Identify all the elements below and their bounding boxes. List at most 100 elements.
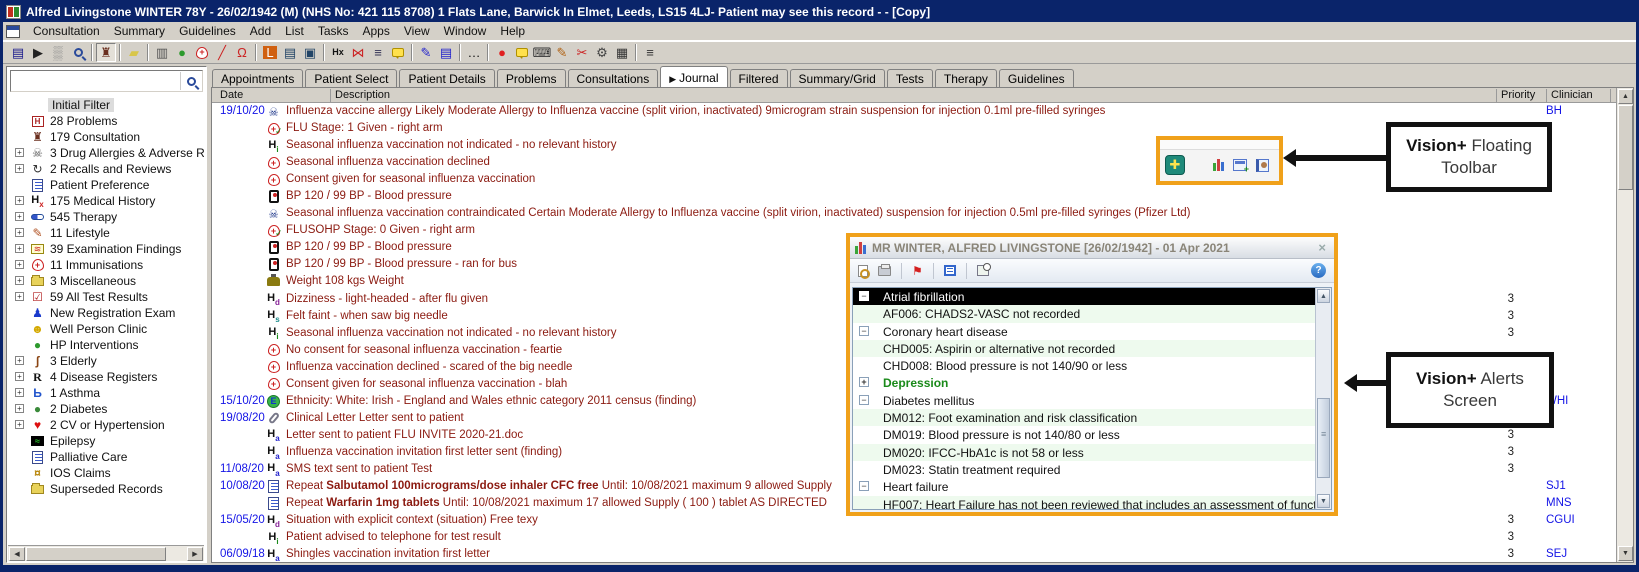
local-document-icon[interactable]: L (260, 43, 280, 62)
alerts-popup-titlebar[interactable]: MR WINTER, ALFRED LIVINGSTONE [26/02/194… (850, 237, 1334, 259)
sidebar-item-1-asthma[interactable]: +Ь1 Asthma (8, 385, 204, 401)
flag-icon[interactable]: ⚑ (912, 264, 923, 278)
document-book-icon[interactable]: ▤ (280, 43, 300, 62)
comment-bubble-icon[interactable] (388, 43, 408, 62)
sidebar-item-28-problems[interactable]: H28 Problems (8, 113, 204, 129)
expand-plus-icon[interactable]: + (15, 228, 24, 237)
alert-indicator-row[interactable]: DM012: Foot examination and risk classif… (853, 409, 1331, 426)
alert-indicator-row[interactable]: DM020: IFCC-HbA1c is not 58 or less (853, 444, 1331, 461)
scroll-up-icon[interactable]: ▲ (1317, 289, 1330, 303)
sidebar-item-39-examination-findings[interactable]: +≋39 Examination Findings (8, 241, 204, 257)
contacts-book-button[interactable] (1256, 159, 1269, 172)
expand-icon[interactable]: + (859, 377, 869, 387)
sidebar-item-hp-interventions[interactable]: ●HP Interventions (8, 337, 204, 353)
report-list-icon[interactable] (944, 265, 956, 276)
journal-row[interactable]: 06/09/18HaShingles vaccination invitatio… (212, 546, 1616, 562)
scissors-icon[interactable]: ✂ (572, 43, 592, 62)
therapy-list-icon[interactable]: ▤ (436, 43, 456, 62)
menu-item-view[interactable]: View (397, 23, 437, 39)
scroll-up-icon[interactable]: ▲ (1618, 89, 1633, 104)
scroll-down-icon[interactable]: ▼ (1317, 494, 1330, 508)
journal-row[interactable]: 19/10/20☠Influenza vaccine allergy Likel… (212, 103, 1616, 120)
scroll-down-icon[interactable]: ▼ (1618, 546, 1633, 561)
expand-plus-icon[interactable]: + (15, 372, 24, 381)
alert-indicator-row[interactable]: HF007: Heart Failure has not been review… (853, 496, 1331, 510)
tab-guidelines[interactable]: Guidelines (999, 69, 1074, 88)
alert-category-row[interactable]: +Depression (853, 374, 1331, 391)
sidebar-item-new-registration-exam[interactable]: ♟New Registration Exam (8, 305, 204, 321)
col-priority[interactable]: Priority (1496, 89, 1535, 102)
menu-item-tasks[interactable]: Tasks (311, 23, 356, 39)
select-patient-icon[interactable]: ▶ (28, 43, 48, 62)
bowtie-icon[interactable]: ⋈ (348, 43, 368, 62)
expand-plus-icon[interactable]: + (15, 276, 24, 285)
title-bar[interactable]: Alfred Livingstone WINTER 78Y - 26/02/19… (3, 2, 1636, 22)
tab-journal[interactable]: ▶Journal (660, 66, 727, 88)
more-icon[interactable]: … (464, 43, 484, 62)
print-schedule-icon[interactable]: ▦ (612, 43, 632, 62)
new-journal-icon[interactable]: ▤ (8, 43, 28, 62)
scroll-thumb[interactable] (1618, 105, 1633, 190)
tab-filtered[interactable]: Filtered (730, 69, 788, 88)
alert-indicator-row[interactable]: AF006: CHADS2-VASC not recorded (853, 305, 1331, 322)
expand-icon[interactable]: − (859, 395, 869, 405)
print-icon[interactable] (878, 266, 891, 276)
expand-plus-icon[interactable]: + (15, 356, 24, 365)
expand-plus-icon[interactable]: + (15, 148, 24, 157)
expand-plus-icon[interactable]: + (15, 404, 24, 413)
search-icon[interactable] (180, 72, 202, 90)
expand-plus-icon[interactable]: + (15, 212, 24, 221)
tab-consultations[interactable]: Consultations (568, 69, 659, 88)
screen-list-icon[interactable]: ≡ (368, 43, 388, 62)
tab-therapy[interactable]: Therapy (935, 69, 997, 88)
filter-columns-icon[interactable]: ≡ (640, 43, 660, 62)
scroll-left-icon[interactable]: ◀ (9, 547, 25, 561)
search-input[interactable] (11, 73, 180, 89)
expand-plus-icon[interactable]: + (15, 244, 24, 253)
patient-group-icon[interactable]: ▒ (48, 43, 68, 62)
alerts-chart-button[interactable] (1213, 159, 1224, 171)
sidebar-item-11-lifestyle[interactable]: +✎11 Lifestyle (8, 225, 204, 241)
menu-item-add[interactable]: Add (243, 23, 278, 39)
expand-icon[interactable]: − (859, 291, 869, 301)
col-date[interactable]: Date (216, 89, 243, 102)
tab-problems[interactable]: Problems (497, 69, 566, 88)
sidebar-item-2-recalls-and-reviews[interactable]: +↻2 Recalls and Reviews (8, 161, 204, 177)
sidebar-item-59-all-test-results[interactable]: +☑59 All Test Results (8, 289, 204, 305)
scroll-right-icon[interactable]: ▶ (187, 547, 203, 561)
scroll-thumb[interactable] (1317, 398, 1330, 478)
alerts-vscrollbar[interactable]: ▲ ▼ (1315, 288, 1331, 509)
sidebar-item-patient-preference[interactable]: Patient Preference (8, 177, 204, 193)
menu-item-list[interactable]: List (278, 23, 311, 39)
lifestyle-apple-icon[interactable]: ● (172, 43, 192, 62)
alert-category-row[interactable]: −Coronary heart disease (853, 323, 1331, 340)
expand-plus-icon[interactable]: + (15, 292, 24, 301)
journal-row[interactable]: HiPatient advised to telephone for test … (212, 529, 1616, 546)
menu-item-window[interactable]: Window (437, 23, 494, 39)
add-codeset-button[interactable]: ✚ (1165, 155, 1185, 175)
expand-plus-icon[interactable]: + (15, 164, 24, 173)
medical-history-icon[interactable]: Hx (328, 43, 348, 62)
alert-indicator-row[interactable]: DM019: Blood pressure is not 140/80 or l… (853, 426, 1331, 443)
alert-indicator-row[interactable]: DM023: Statin treatment required (853, 461, 1331, 478)
sidebar-item-palliative-care[interactable]: Palliative Care (8, 449, 204, 465)
tab-tests[interactable]: Tests (887, 69, 933, 88)
settings-form-icon[interactable] (977, 265, 989, 276)
consultation-chair-icon[interactable]: ♜ (96, 43, 116, 62)
find-patient-icon[interactable] (68, 43, 88, 62)
close-icon[interactable]: × (1315, 240, 1329, 255)
child-window-icon[interactable] (6, 25, 20, 38)
journal-vscrollbar[interactable]: ▲ ▼ (1616, 88, 1633, 562)
sidebar-item-4-disease-registers[interactable]: +R4 Disease Registers (8, 369, 204, 385)
alert-category-row[interactable]: −Diabetes mellitus (853, 392, 1331, 409)
injection-icon[interactable]: ╱ (212, 43, 232, 62)
immunisation-shield-icon[interactable]: + (192, 43, 212, 62)
tab-summary-grid[interactable]: Summary/Grid (790, 69, 885, 88)
scroll-thumb[interactable] (26, 547, 166, 561)
sidebar-item-2-diabetes[interactable]: +●2 Diabetes (8, 401, 204, 417)
tab-patient-select[interactable]: Patient Select (305, 69, 397, 88)
expand-plus-icon[interactable]: + (15, 260, 24, 269)
expand-plus-icon[interactable]: + (15, 196, 24, 205)
eraser-icon[interactable]: ▰ (124, 43, 144, 62)
expand-plus-icon[interactable]: + (15, 420, 24, 429)
